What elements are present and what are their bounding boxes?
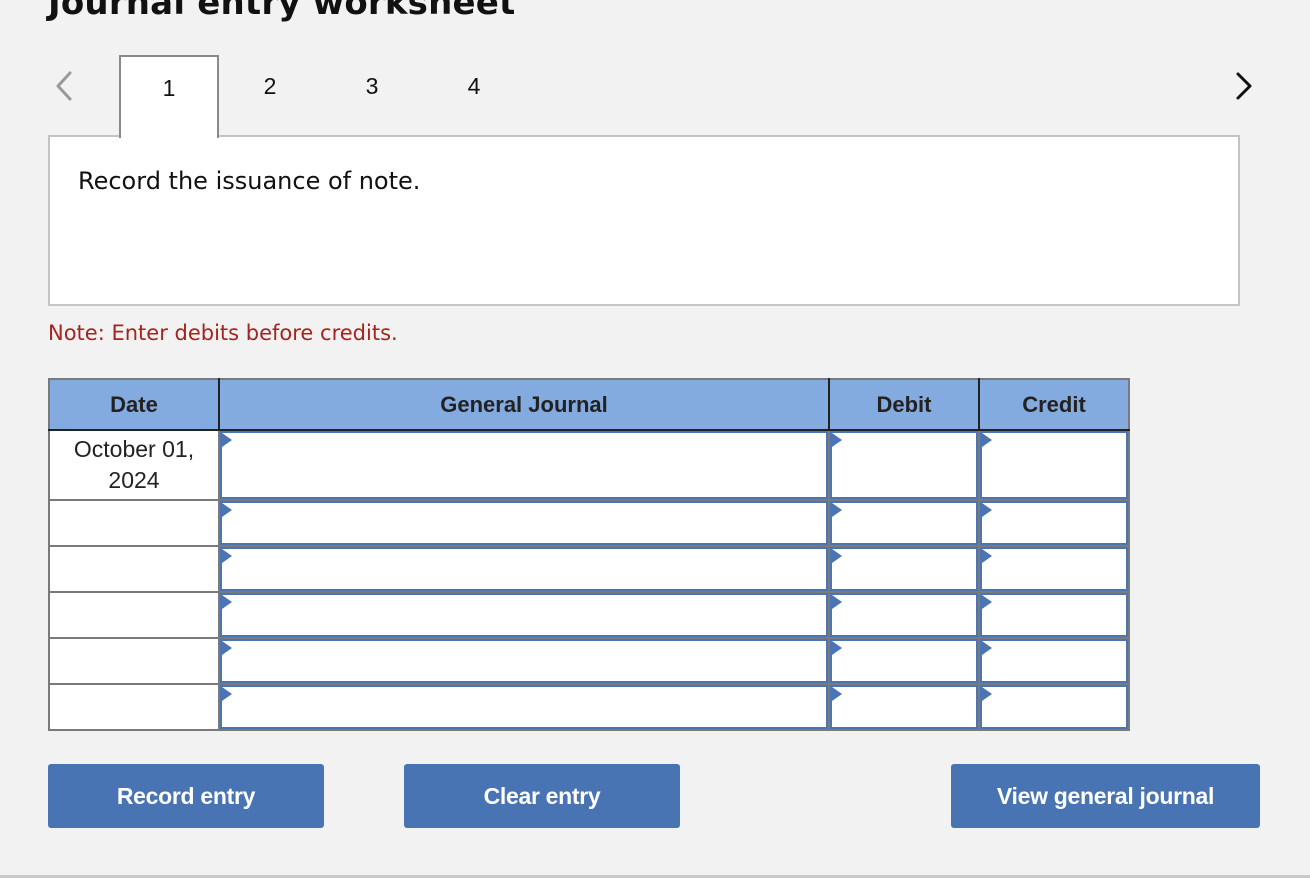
dropdown-marker-icon	[222, 641, 232, 655]
credit-input[interactable]	[980, 593, 1128, 637]
dropdown-marker-icon	[982, 595, 992, 609]
tab-label: 2	[263, 73, 277, 99]
account-input[interactable]	[220, 431, 828, 499]
credit-cell[interactable]	[978, 637, 1130, 685]
dropdown-marker-icon	[222, 549, 232, 563]
debit-cell[interactable]	[828, 591, 980, 639]
next-button[interactable]	[1228, 68, 1258, 104]
dropdown-marker-icon	[982, 641, 992, 655]
table-row	[48, 545, 1130, 593]
header-date: Date	[49, 379, 220, 431]
date-cell	[48, 545, 220, 593]
header-credit: Credit	[978, 379, 1129, 431]
date-cell	[48, 683, 220, 731]
account-cell[interactable]	[218, 591, 830, 639]
tab-1[interactable]: 1	[119, 55, 219, 138]
debit-input[interactable]	[830, 431, 978, 499]
date-cell	[48, 591, 220, 639]
header-general-journal: General Journal	[218, 379, 830, 431]
header-debit: Debit	[828, 379, 980, 431]
journal-table: Date General Journal Debit Credit Octobe…	[48, 378, 1130, 731]
date-cell	[48, 499, 220, 547]
account-input[interactable]	[220, 685, 828, 729]
account-input[interactable]	[220, 593, 828, 637]
tab-label: 3	[365, 73, 379, 99]
account-input[interactable]	[220, 639, 828, 683]
page-title: Journal entry worksheet	[48, 0, 516, 23]
credit-cell[interactable]	[978, 499, 1130, 547]
dropdown-marker-icon	[832, 687, 842, 701]
credit-input[interactable]	[980, 685, 1128, 729]
dropdown-marker-icon	[832, 595, 842, 609]
credit-input[interactable]	[980, 431, 1128, 499]
credit-input[interactable]	[980, 547, 1128, 591]
credit-input[interactable]	[980, 639, 1128, 683]
dropdown-marker-icon	[982, 433, 992, 447]
table-row	[48, 637, 1130, 685]
tab-4[interactable]: 4	[424, 55, 524, 137]
date-cell: October 01, 2024	[48, 429, 220, 501]
dropdown-marker-icon	[982, 687, 992, 701]
dropdown-marker-icon	[832, 549, 842, 563]
dropdown-marker-icon	[222, 687, 232, 701]
debit-input[interactable]	[830, 685, 978, 729]
debit-cell[interactable]	[828, 637, 980, 685]
table-row: October 01, 2024	[48, 429, 1130, 501]
account-cell[interactable]	[218, 683, 830, 731]
credit-cell[interactable]	[978, 683, 1130, 731]
table-row	[48, 499, 1130, 547]
account-input[interactable]	[220, 501, 828, 545]
credit-cell[interactable]	[978, 591, 1130, 639]
date-cell	[48, 637, 220, 685]
tab-3[interactable]: 3	[322, 55, 422, 137]
tab-label: 1	[162, 75, 176, 101]
dropdown-marker-icon	[222, 433, 232, 447]
dropdown-marker-icon	[832, 503, 842, 517]
table-header-row: Date General Journal Debit Credit	[49, 379, 1129, 431]
record-entry-button[interactable]: Record entry	[48, 764, 324, 828]
dropdown-marker-icon	[982, 503, 992, 517]
note-text: Note: Enter debits before credits.	[48, 321, 398, 345]
table-row	[48, 683, 1130, 731]
debit-cell[interactable]	[828, 429, 980, 501]
table-row	[48, 591, 1130, 639]
dropdown-marker-icon	[222, 503, 232, 517]
account-cell[interactable]	[218, 545, 830, 593]
debit-input[interactable]	[830, 547, 978, 591]
dropdown-marker-icon	[222, 595, 232, 609]
clear-entry-button[interactable]: Clear entry	[404, 764, 680, 828]
debit-input[interactable]	[830, 639, 978, 683]
previous-button[interactable]	[50, 68, 80, 104]
prompt-text: Record the issuance of note.	[78, 167, 421, 195]
view-general-journal-button[interactable]: View general journal	[951, 764, 1260, 828]
dropdown-marker-icon	[832, 433, 842, 447]
debit-cell[interactable]	[828, 499, 980, 547]
credit-cell[interactable]	[978, 545, 1130, 593]
chevron-left-icon	[56, 71, 72, 101]
credit-input[interactable]	[980, 501, 1128, 545]
dropdown-marker-icon	[832, 641, 842, 655]
debit-input[interactable]	[830, 593, 978, 637]
dropdown-marker-icon	[982, 549, 992, 563]
account-input[interactable]	[220, 547, 828, 591]
prompt-panel: Record the issuance of note.	[48, 135, 1240, 306]
account-cell[interactable]	[218, 499, 830, 547]
credit-cell[interactable]	[978, 429, 1130, 501]
debit-input[interactable]	[830, 501, 978, 545]
account-cell[interactable]	[218, 637, 830, 685]
tab-label: 4	[467, 73, 481, 99]
debit-cell[interactable]	[828, 545, 980, 593]
chevron-right-icon	[1236, 72, 1252, 100]
account-cell[interactable]	[218, 429, 830, 501]
debit-cell[interactable]	[828, 683, 980, 731]
tab-2[interactable]: 2	[220, 55, 320, 137]
